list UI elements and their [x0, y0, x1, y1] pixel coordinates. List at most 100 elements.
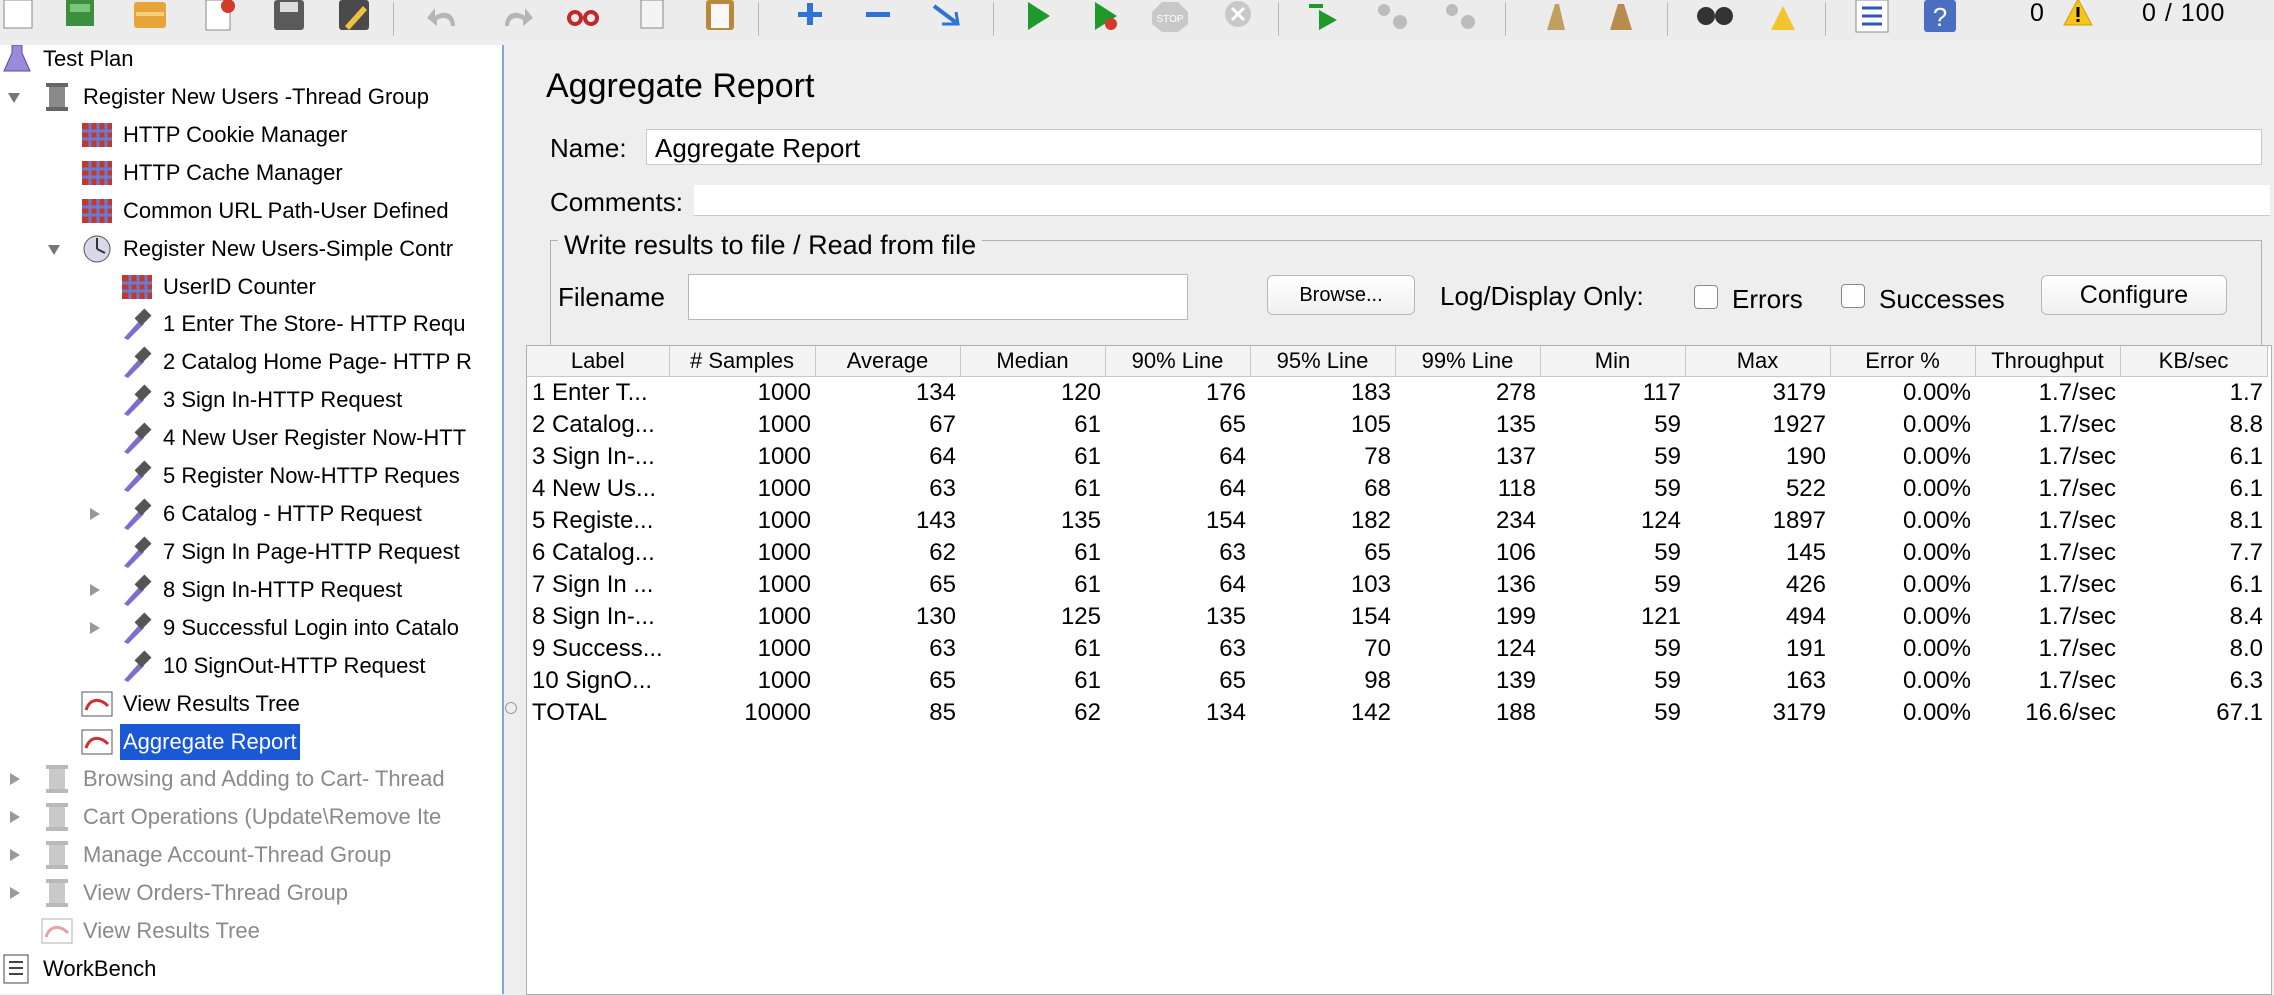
clear-icon[interactable] — [1535, 0, 1575, 34]
column-header[interactable]: 99% Line — [1395, 346, 1541, 377]
reset-search-icon[interactable] — [1763, 0, 1803, 34]
function-helper-icon[interactable] — [1852, 0, 1892, 34]
table-row[interactable]: 10 SignO... 1000 65 61 65 98 139 59 163 0.00% 1.7/… — [527, 665, 2267, 697]
expand-icon[interactable] — [790, 0, 830, 34]
tree-node[interactable]: Manage Account-Thread Group — [0, 837, 500, 873]
column-header[interactable]: Median — [960, 346, 1106, 377]
table-row[interactable]: 7 Sign In ... 1000 65 61 64 103 136 59 426 0.00% 1… — [527, 569, 2267, 601]
listener-icon — [80, 726, 114, 758]
column-header[interactable]: 95% Line — [1250, 346, 1396, 377]
table-row[interactable]: 9 Success... 1000 63 61 63 70 124 59 191 0.00% 1.7… — [527, 633, 2267, 665]
collapse-arrow-icon[interactable] — [6, 847, 22, 863]
tree-node[interactable]: WorkBench — [0, 951, 500, 987]
tree-node[interactable]: 6 Catalog - HTTP Request — [0, 496, 500, 532]
remote-shutdown-icon[interactable] — [1440, 0, 1480, 34]
collapse-arrow-icon[interactable] — [86, 506, 102, 522]
column-header[interactable]: Average — [815, 346, 961, 377]
close-icon[interactable] — [200, 0, 240, 34]
copy-icon[interactable] — [633, 0, 673, 34]
name-field[interactable]: Aggregate Report — [646, 129, 2262, 165]
splitter-handle[interactable] — [505, 702, 517, 714]
start-no-pauses-icon[interactable] — [1085, 0, 1125, 34]
save-icon[interactable] — [270, 0, 310, 34]
column-header[interactable]: Throughput — [1975, 346, 2121, 377]
comments-field[interactable] — [694, 185, 2270, 216]
errors-checkbox[interactable] — [1694, 285, 1718, 309]
tree-node[interactable]: Test Plan — [0, 45, 500, 77]
tree-node[interactable]: 1 Enter The Store- HTTP Requ — [0, 306, 500, 342]
start-icon[interactable] — [1018, 0, 1058, 34]
column-header[interactable]: KB/sec — [2120, 346, 2268, 377]
shutdown-icon[interactable] — [1218, 0, 1258, 34]
tree-node[interactable]: 7 Sign In Page-HTTP Request — [0, 534, 500, 570]
expand-arrow-icon[interactable] — [46, 241, 62, 257]
collapse-icon[interactable] — [858, 0, 898, 34]
tree-node[interactable]: 8 Sign In-HTTP Request — [0, 572, 500, 608]
tree-node[interactable]: Cart Operations (Update\Remove Ite — [0, 799, 500, 835]
tree-node[interactable]: 10 SignOut-HTTP Request — [0, 648, 500, 684]
stop-icon[interactable]: STOP — [1150, 0, 1190, 34]
open-icon[interactable] — [130, 0, 170, 34]
column-header[interactable]: Min — [1540, 346, 1686, 377]
undo-icon[interactable] — [425, 0, 465, 34]
tree-node[interactable]: Common URL Path-User Defined — [0, 193, 500, 229]
tree-node[interactable]: Register New Users -Thread Group — [0, 79, 500, 115]
file-section-title: Write results to file / Read from file — [558, 231, 983, 259]
table-row[interactable]: 4 New Us... 1000 63 61 64 68 118 59 522 0.00% 1.7/… — [527, 473, 2267, 505]
table-row[interactable]: 5 Registe... 1000 143 135 154 182 234 124 1897 0.… — [527, 505, 2267, 537]
warning-icon[interactable] — [2063, 0, 2093, 26]
test-plan-tree[interactable]: Test Plan Register New Users -Thread Grou… — [0, 45, 504, 994]
tree-node[interactable]: View Results Tree — [0, 913, 500, 949]
remote-stop-icon[interactable] — [1372, 0, 1412, 34]
toggle-icon[interactable] — [928, 0, 968, 34]
remote-start-icon[interactable] — [1305, 0, 1345, 34]
filename-field[interactable] — [688, 274, 1188, 320]
column-header[interactable]: Label — [527, 346, 670, 377]
tree-node[interactable]: 9 Successful Login into Catalo — [0, 610, 500, 646]
cut-icon[interactable] — [563, 0, 603, 34]
column-header[interactable]: Error % — [1830, 346, 1976, 377]
collapse-arrow-icon[interactable] — [6, 809, 22, 825]
browse-button[interactable]: Browse... — [1267, 275, 1415, 315]
successes-checkbox[interactable] — [1841, 284, 1865, 308]
collapse-arrow-icon[interactable] — [6, 771, 22, 787]
tree-node[interactable]: View Orders-Thread Group — [0, 875, 500, 911]
tree-node[interactable]: Browsing and Adding to Cart- Thread — [0, 761, 500, 797]
table-row[interactable]: 6 Catalog... 1000 62 61 63 65 106 59 145 0.00% 1.7… — [527, 537, 2267, 569]
help-icon[interactable]: ? — [1920, 0, 1960, 34]
tree-node[interactable]: 4 New User Register Now-HTT — [0, 420, 500, 456]
new-icon[interactable] — [0, 0, 40, 34]
collapse-arrow-icon[interactable] — [6, 885, 22, 901]
column-header[interactable]: # Samples — [669, 346, 816, 377]
redo-icon[interactable] — [495, 0, 535, 34]
save-as-icon[interactable] — [335, 0, 375, 34]
table-cell: 1.7/sec — [2038, 667, 2116, 694]
paste-icon[interactable] — [700, 0, 740, 34]
tree-node[interactable]: Register New Users-Simple Contr — [0, 231, 500, 267]
table-cell: 64 — [929, 443, 956, 470]
table-row[interactable]: 8 Sign In-... 1000 130 125 135 154 199 121 494 0.… — [527, 601, 2267, 633]
tree-node[interactable]: Aggregate Report — [0, 723, 500, 760]
table-row[interactable]: 3 Sign In-... 1000 64 61 64 78 137 59 190 0.00% 1.… — [527, 441, 2267, 473]
tree-node[interactable]: UserID Counter — [0, 269, 500, 305]
column-header[interactable]: 90% Line — [1105, 346, 1251, 377]
column-header[interactable]: Max — [1685, 346, 1831, 377]
results-table[interactable]: Label # Samples Average Median 90% Line 95% L… — [526, 345, 2272, 995]
tree-node[interactable]: 2 Catalog Home Page- HTTP R — [0, 344, 500, 380]
total-row[interactable]: TOTAL 10000 85 62 134 142 188 59 3179 0.00% 16.6/s… — [527, 697, 2267, 729]
table-row[interactable]: 2 Catalog... 1000 67 61 65 105 135 59 1927 0.00% 1… — [527, 409, 2267, 441]
table-cell: 0.00% — [1902, 635, 1971, 662]
search-icon[interactable] — [1695, 0, 1735, 34]
clear-all-icon[interactable] — [1602, 0, 1642, 34]
tree-node[interactable]: 3 Sign In-HTTP Request — [0, 382, 500, 418]
tree-node[interactable]: 5 Register Now-HTTP Reques — [0, 458, 500, 494]
expand-arrow-icon[interactable] — [6, 89, 22, 105]
table-row[interactable]: 1 Enter T... 1000 134 120 176 183 278 117 3179 0.… — [527, 377, 2267, 410]
collapse-arrow-icon[interactable] — [86, 582, 102, 598]
tree-node[interactable]: HTTP Cookie Manager — [0, 117, 500, 153]
collapse-arrow-icon[interactable] — [86, 620, 102, 636]
tree-node[interactable]: View Results Tree — [0, 686, 500, 722]
configure-button[interactable]: Configure — [2041, 275, 2227, 315]
tree-node[interactable]: HTTP Cache Manager — [0, 155, 500, 191]
templates-icon[interactable] — [60, 0, 100, 34]
